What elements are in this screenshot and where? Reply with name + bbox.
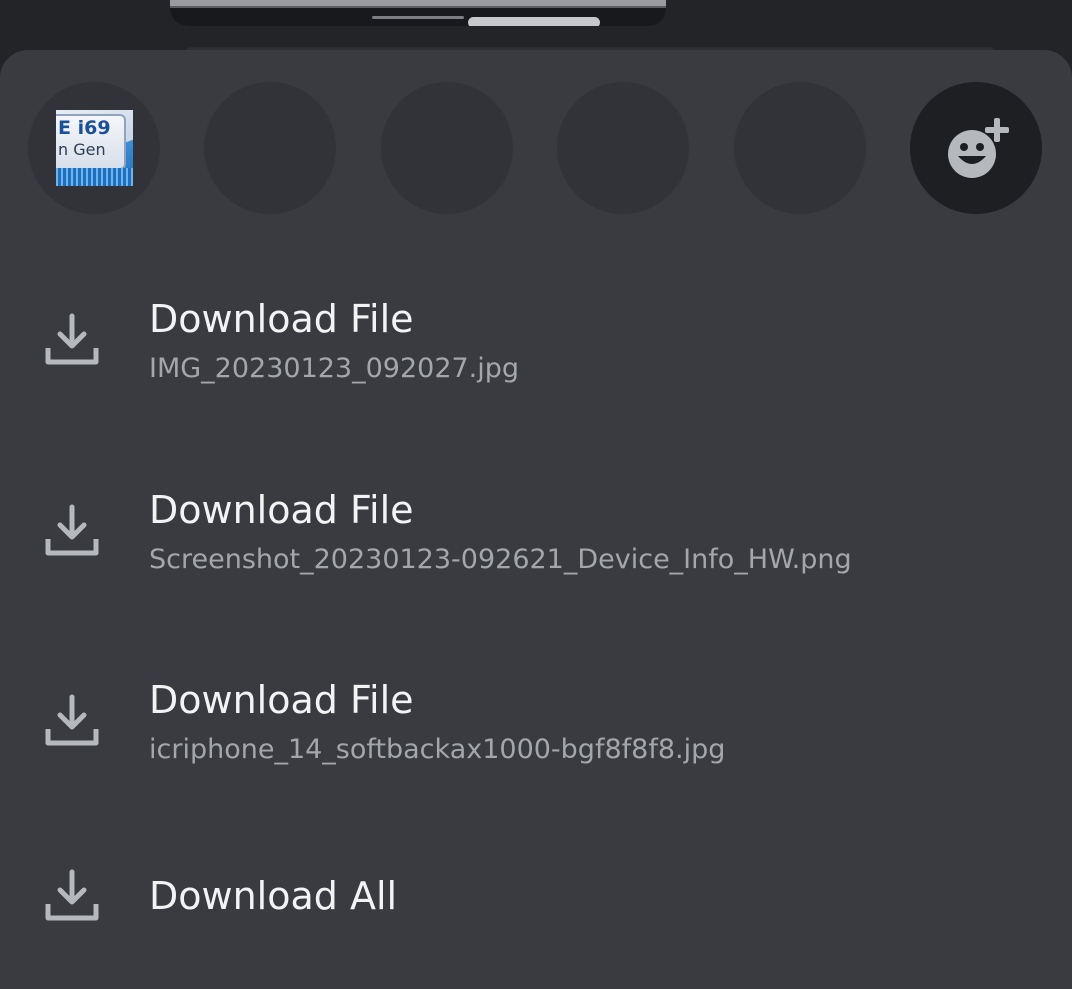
reaction-slot-2[interactable] — [204, 82, 336, 214]
download-icon — [45, 869, 99, 921]
bottom-sheet: E i69 n Gen Download File IMG_20230123_0… — [0, 50, 1072, 989]
download-file-item-2[interactable]: Download File Screenshot_20230123-092621… — [0, 461, 1072, 611]
add-reaction-icon — [948, 118, 1009, 178]
cpu-chip-emoji-icon: E i69 n Gen — [56, 110, 133, 186]
image-preview-edge — [170, 0, 666, 26]
reaction-slot-5[interactable] — [734, 82, 866, 214]
download-file-name: IMG_20230123_092027.jpg — [149, 353, 520, 384]
download-all-title: Download All — [149, 874, 398, 918]
reaction-slot-3[interactable] — [381, 82, 513, 214]
download-file-title: Download File — [149, 488, 414, 532]
download-icon — [45, 313, 99, 365]
download-file-title: Download File — [149, 678, 414, 722]
download-file-item-3[interactable]: Download File icriphone_14_softbackax100… — [0, 651, 1072, 801]
chip-label-line2: n Gen — [58, 140, 106, 159]
chip-circuit-pattern — [56, 168, 133, 186]
pager-indicator — [372, 16, 464, 19]
download-icon — [45, 504, 99, 556]
download-file-title: Download File — [149, 297, 414, 341]
download-file-name: Screenshot_20230123-092621_Device_Info_H… — [149, 544, 852, 575]
image-preview-strip — [170, 0, 666, 8]
reaction-bar: E i69 n Gen — [28, 82, 1044, 216]
reaction-slot-4[interactable] — [557, 82, 689, 214]
download-file-name: icriphone_14_softbackax1000-bgf8f8f8.jpg — [149, 734, 726, 765]
download-icon — [45, 694, 99, 746]
add-reaction-button[interactable] — [910, 82, 1042, 214]
reaction-cpu-chip[interactable]: E i69 n Gen — [28, 82, 160, 214]
pager-indicator-active — [468, 17, 600, 26]
download-all-item[interactable]: Download All — [0, 842, 1072, 989]
download-file-item-1[interactable]: Download File IMG_20230123_092027.jpg — [0, 270, 1072, 420]
chip-label-line1: E i69 — [58, 117, 111, 139]
screen: E i69 n Gen Download File IMG_20230123_0… — [0, 0, 1072, 989]
